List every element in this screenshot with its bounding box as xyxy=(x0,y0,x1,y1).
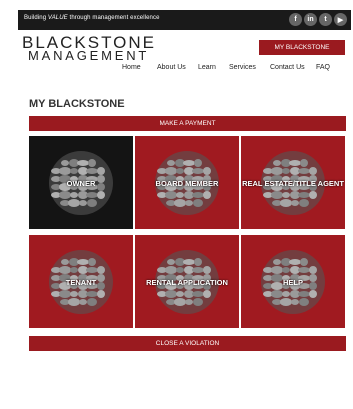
page: Building VALUE through management excell… xyxy=(0,0,353,409)
make-payment-button[interactable]: MAKE A PAYMENT xyxy=(29,116,346,131)
tile-help[interactable]: HELP xyxy=(241,235,345,328)
tile-owner-label: OWNER xyxy=(66,179,96,188)
nav-contact-us[interactable]: Contact Us xyxy=(270,64,305,71)
twitter-icon[interactable]: t xyxy=(319,13,332,26)
tile-board-member-label: BOARD MEMBER xyxy=(155,179,219,188)
nav-about-us[interactable]: About Us xyxy=(157,64,186,71)
tile-real-estate-agent-label: REAL ESTATE/TITLE AGENT xyxy=(242,179,344,188)
tile-rental-application-label: RENTAL APPLICATION xyxy=(146,278,228,287)
tile-owner[interactable]: OWNER xyxy=(29,136,133,229)
nav-services[interactable]: Services xyxy=(229,64,256,71)
nav-faq[interactable]: FAQ xyxy=(316,64,330,71)
tile-help-label: HELP xyxy=(282,278,303,287)
tagline: Building VALUE through management excell… xyxy=(24,15,160,21)
tile-tenant[interactable]: TENANT xyxy=(29,235,133,328)
my-blackstone-button[interactable]: MY BLACKSTONE xyxy=(259,40,345,55)
nav-home[interactable]: Home xyxy=(122,64,141,71)
page-title: MY BLACKSTONE xyxy=(29,98,125,110)
tile-rental-application[interactable]: RENTAL APPLICATION xyxy=(135,235,239,328)
tile-real-estate-agent[interactable]: REAL ESTATE/TITLE AGENT xyxy=(241,136,345,229)
linkedin-icon[interactable]: in xyxy=(304,13,317,26)
facebook-icon[interactable]: f xyxy=(289,13,302,26)
tile-tenant-label: TENANT xyxy=(65,278,97,287)
close-violation-button[interactable]: CLOSE A VIOLATION xyxy=(29,336,346,351)
tile-board-member[interactable]: BOARD MEMBER xyxy=(135,136,239,229)
youtube-icon[interactable]: ▶ xyxy=(334,13,347,26)
blackstone-logo[interactable]: BLACKSTONE MANAGEMENT xyxy=(22,34,156,62)
nav-learn[interactable]: Learn xyxy=(198,64,216,71)
top-bar: Building VALUE through management excell… xyxy=(18,10,351,30)
social-links: f in t ▶ xyxy=(289,13,347,26)
